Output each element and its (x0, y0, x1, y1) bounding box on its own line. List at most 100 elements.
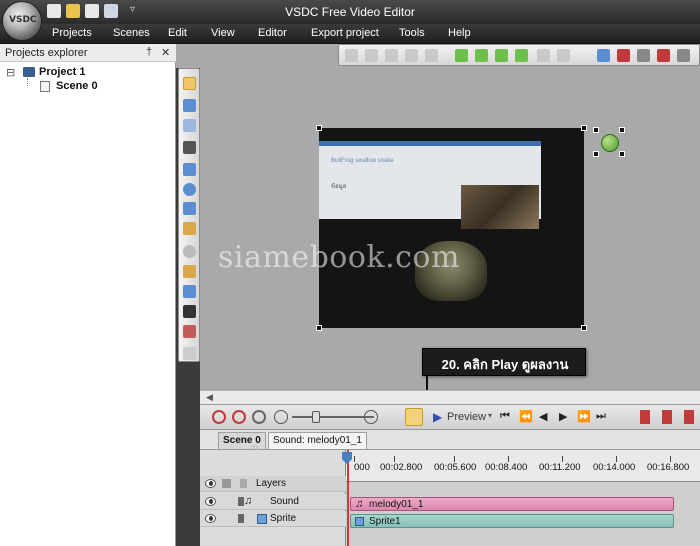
screen-caption: ข้อมูล (331, 184, 347, 190)
layer-settings-icon[interactable] (240, 479, 247, 488)
rewind-icon[interactable]: ⏪ (519, 410, 533, 423)
scene-item[interactable]: Scene 0 (56, 80, 98, 92)
resize-handle[interactable] (619, 151, 625, 157)
text-tool-icon[interactable] (183, 202, 196, 215)
video-preview[interactable]: BullFrog swallow snake ข้อมูล (316, 125, 587, 331)
ruler-label: 00:11.200 (539, 462, 581, 473)
sprite-object[interactable] (593, 127, 625, 157)
zoom-slider-thumb[interactable] (312, 411, 320, 423)
ruler-label: 000 (354, 462, 370, 473)
go-to-end-icon[interactable]: ⏭ (596, 410, 606, 423)
group-icon[interactable] (537, 49, 550, 62)
resize-handle[interactable] (581, 325, 587, 331)
grid-icon[interactable] (597, 49, 610, 62)
marker-icon[interactable] (657, 49, 670, 62)
video-tool-icon[interactable] (183, 245, 196, 258)
screen-topbar (319, 141, 541, 146)
resize-handle[interactable] (316, 325, 322, 331)
menu-scenes[interactable]: Scenes (113, 27, 150, 39)
visibility-icon[interactable] (205, 479, 216, 488)
close-icon[interactable]: ✕ (161, 46, 170, 59)
music-note-icon: ♫ (355, 498, 364, 510)
timeline-area: Layers ♫ Sound Sprite 000 00:02.800 00:0… (200, 450, 700, 546)
music-note-icon[interactable] (183, 305, 196, 318)
align-center-icon[interactable] (365, 49, 378, 62)
rectangle-tool-icon[interactable] (183, 163, 196, 176)
zoom-out-icon[interactable] (232, 410, 246, 424)
collapse-icon[interactable]: ⊟ (6, 66, 15, 79)
step-back-icon[interactable]: ◀ (539, 410, 547, 423)
bring-front-icon[interactable] (495, 49, 508, 62)
expand-track-icon[interactable] (238, 514, 244, 523)
music-note-icon: ♫ (244, 495, 253, 507)
timeline-tool-icon[interactable] (405, 408, 423, 426)
visibility-icon[interactable] (205, 497, 216, 506)
menu-tools[interactable]: Tools (399, 27, 425, 39)
alignment-toolbar (338, 44, 700, 66)
line-tool-icon[interactable] (183, 141, 196, 154)
app-logo[interactable]: VSDC (2, 1, 42, 41)
menu-view[interactable]: View (211, 27, 235, 39)
subtitle-tool-icon[interactable] (183, 222, 196, 235)
resize-handle[interactable] (619, 127, 625, 133)
clip-sprite[interactable]: Sprite1 (350, 514, 674, 528)
tree-line (27, 78, 28, 86)
menu-edit[interactable]: Edit (168, 27, 187, 39)
align-top-icon[interactable] (405, 49, 418, 62)
zoom-tool-icon[interactable] (183, 119, 196, 132)
visibility-icon[interactable] (205, 514, 216, 523)
menu-editor[interactable]: Editor (258, 27, 287, 39)
split-icon[interactable] (640, 410, 650, 424)
preview-dropdown-icon[interactable]: ▾ (488, 411, 492, 420)
go-to-start-icon[interactable]: ⏮ (500, 410, 510, 423)
align-right-icon[interactable] (385, 49, 398, 62)
align-left-icon[interactable] (345, 49, 358, 62)
screen-headline: BullFrog swallow snake (331, 158, 394, 164)
zoom-slider[interactable] (292, 416, 374, 418)
zoom-in-icon[interactable] (212, 410, 226, 424)
trim-icon[interactable] (662, 410, 672, 424)
move-up-icon[interactable] (455, 49, 468, 62)
resize-handle[interactable] (581, 125, 587, 131)
resize-handle[interactable] (593, 151, 599, 157)
scroll-left-icon[interactable]: ◀ (206, 392, 213, 403)
crop-tool-icon[interactable] (183, 99, 196, 112)
step-forward-icon[interactable]: ▶ (559, 410, 567, 423)
track-row-sound[interactable]: ♫ Sound (200, 494, 346, 510)
menu-help[interactable]: Help (448, 27, 471, 39)
horizontal-scrollbar[interactable]: ◀ (200, 390, 700, 404)
sprite-tool-icon[interactable] (183, 325, 196, 338)
zoom-minus-icon[interactable] (274, 410, 288, 424)
track-row-sprite[interactable]: Sprite (200, 511, 346, 527)
pointer-tool-icon[interactable] (183, 77, 196, 90)
marker-tool-icon[interactable] (684, 410, 694, 424)
ellipse-tool-icon[interactable] (183, 183, 196, 196)
zoom-fit-icon[interactable] (252, 410, 266, 424)
lock-icon[interactable] (222, 479, 231, 488)
explorer-header: Projects explorer † ✕ (0, 44, 176, 62)
zoom-plus-icon[interactable] (364, 410, 378, 424)
snap-icon[interactable] (637, 49, 650, 62)
chart-tool-icon[interactable] (183, 285, 196, 298)
send-back-icon[interactable] (515, 49, 528, 62)
ungroup-icon[interactable] (557, 49, 570, 62)
magnet-icon[interactable] (617, 49, 630, 62)
pin-icon[interactable]: † (146, 46, 152, 58)
playhead[interactable] (347, 450, 349, 546)
clip-sound[interactable]: ♫ melody01_1 (350, 497, 674, 511)
resize-handle[interactable] (316, 125, 322, 131)
time-ruler[interactable]: 000 00:02.800 00:05.600 00:08.400 00:11.… (346, 450, 700, 482)
move-down-icon[interactable] (475, 49, 488, 62)
resize-handle[interactable] (593, 127, 599, 133)
effect-tool-icon[interactable] (183, 347, 196, 360)
align-bottom-icon[interactable] (425, 49, 438, 62)
preview-button[interactable]: Preview (447, 411, 486, 423)
tab-sound-melody[interactable]: Sound: melody01_1 (268, 432, 367, 449)
image-tool-icon[interactable] (183, 265, 196, 278)
project-item[interactable]: Project 1 (39, 66, 85, 78)
ruler-icon[interactable] (677, 49, 690, 62)
play-icon[interactable]: ▶ (433, 410, 442, 424)
menu-export-project[interactable]: Export project (311, 27, 379, 39)
fast-forward-icon[interactable]: ⏩ (577, 410, 591, 423)
menu-projects[interactable]: Projects (52, 27, 92, 39)
